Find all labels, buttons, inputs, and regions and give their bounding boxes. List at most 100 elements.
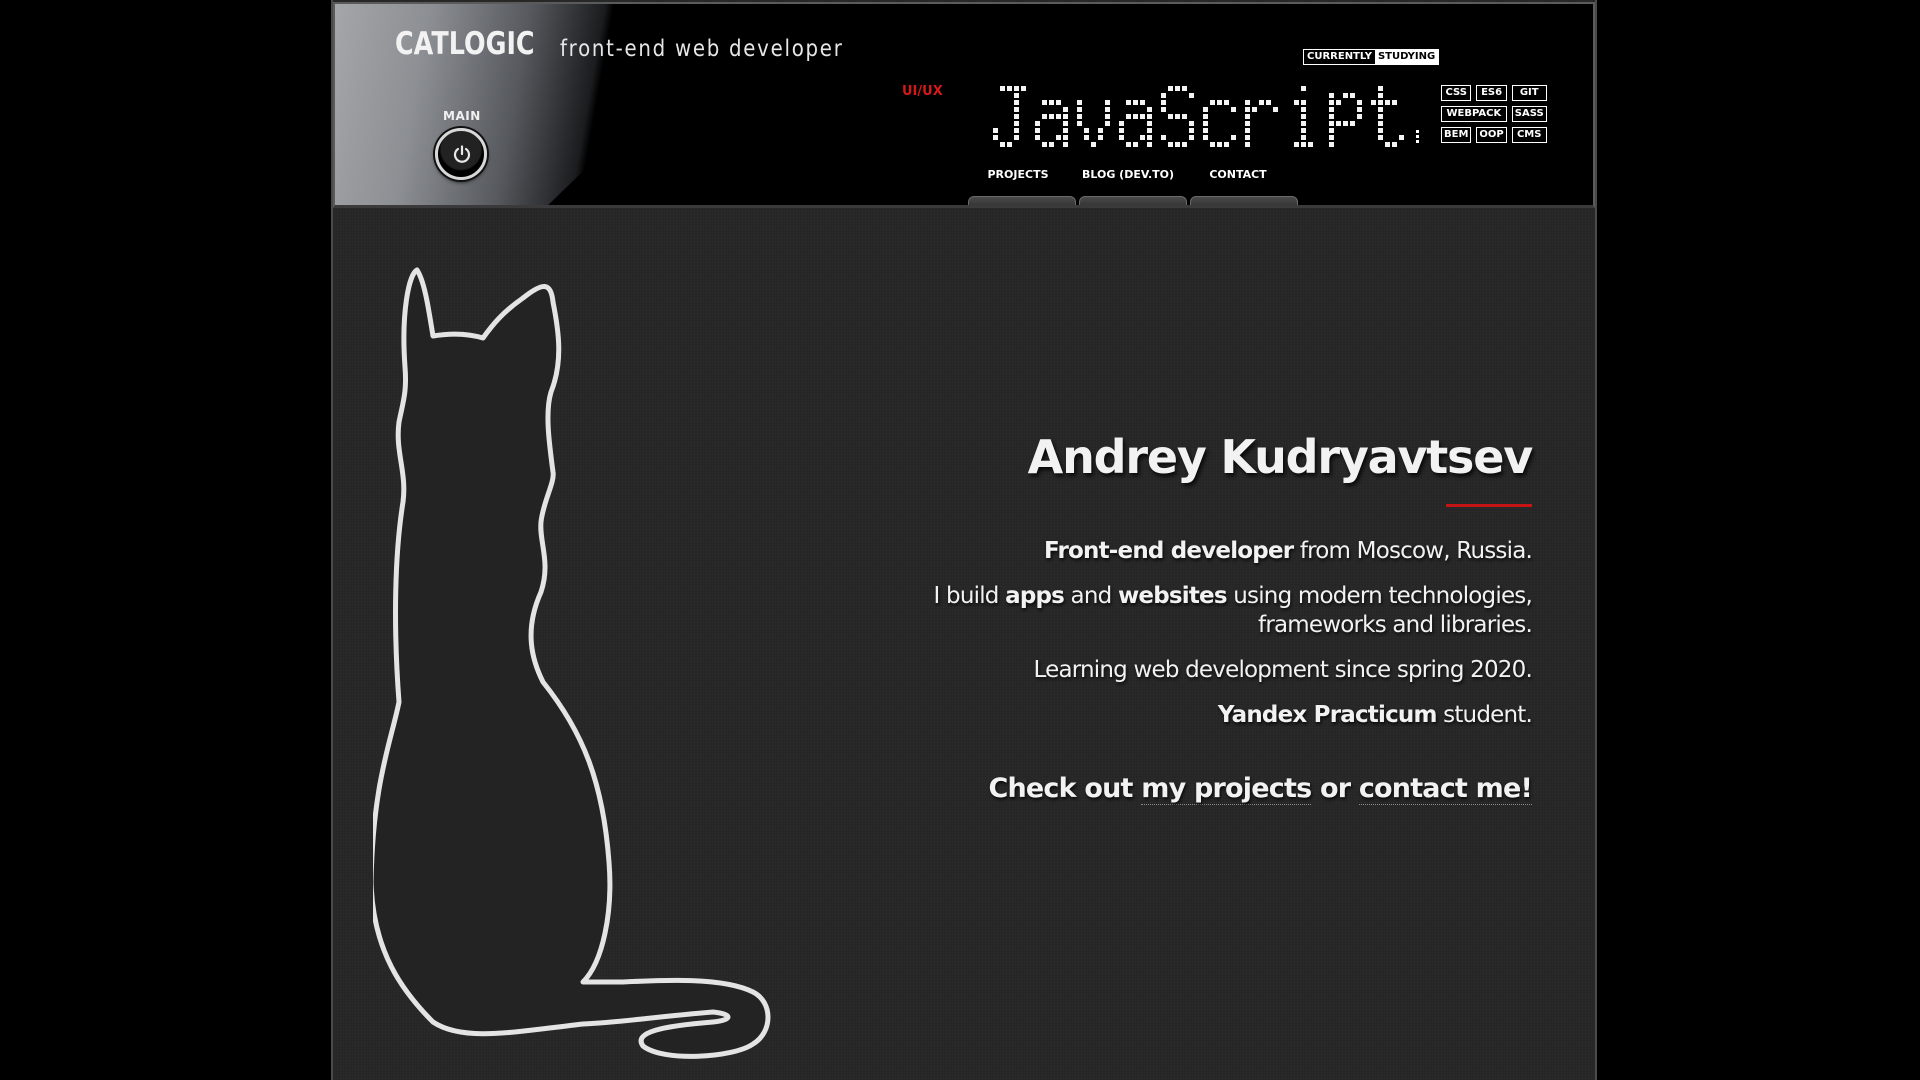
main-power-button[interactable]	[435, 128, 487, 180]
display-dot	[1056, 100, 1061, 105]
display-dot	[1014, 114, 1019, 119]
nav-tab-shapes	[968, 196, 1298, 205]
display-dot	[1133, 100, 1138, 105]
display-dot	[1203, 121, 1208, 126]
display-dot	[1385, 142, 1390, 147]
display-dot	[1133, 114, 1138, 119]
display-dot	[1000, 142, 1005, 147]
display-dot	[1175, 86, 1180, 91]
display-dot	[1168, 86, 1173, 91]
intro-and-text: and	[1064, 583, 1118, 609]
intro-line-3: Learning web development since spring 20…	[1033, 657, 1533, 683]
display-dot	[1119, 128, 1124, 133]
brand-logo[interactable]: CATLOGIC	[395, 26, 535, 62]
nav-contact[interactable]: CONTACT	[1183, 168, 1293, 181]
display-dot	[1329, 107, 1334, 112]
display-dot	[1301, 128, 1306, 133]
display-dot	[1147, 114, 1152, 119]
display-dot	[1182, 142, 1187, 147]
display-dot	[1357, 100, 1362, 105]
intro-school: Yandex Practicum	[1217, 702, 1438, 728]
display-dot	[1042, 114, 1047, 119]
display-dot	[1147, 135, 1152, 140]
display-dot	[1168, 142, 1173, 147]
display-dot	[1063, 121, 1068, 126]
display-dot	[1168, 114, 1173, 119]
display-dot	[1147, 107, 1152, 112]
display-dot	[1378, 128, 1383, 133]
display-dot	[1357, 107, 1362, 112]
display-char	[1245, 100, 1278, 147]
display-dot	[1350, 121, 1355, 126]
nav-tab-blog[interactable]	[1079, 196, 1187, 205]
tag-cms: CMS	[1511, 127, 1547, 143]
display-dot	[1021, 86, 1026, 91]
display-dot	[1217, 100, 1222, 105]
display-dot	[1119, 135, 1124, 140]
main-nav: PROJECTS BLOG (DEV.TO) CONTACT	[963, 168, 1293, 181]
intro-line-2: I build apps and websites using modern t…	[892, 582, 1533, 640]
display-dot	[1105, 121, 1110, 126]
display-dot	[1245, 114, 1250, 119]
display-dot	[1217, 142, 1222, 147]
display-dot	[1266, 100, 1271, 105]
display-char	[1119, 100, 1152, 147]
display-dot	[1161, 135, 1166, 140]
display-dot	[1301, 107, 1306, 112]
dot-matrix-display	[993, 86, 1404, 147]
display-dot	[1007, 86, 1012, 91]
display-char	[1161, 86, 1194, 147]
display-dot	[1329, 114, 1334, 119]
display-dot	[1245, 100, 1250, 105]
header-panel: CATLOGIC front-end web developer MAIN UI…	[333, 2, 1595, 208]
display-dot	[1245, 107, 1250, 112]
main-label: MAIN	[443, 109, 481, 123]
studying-label: STUDYING	[1374, 50, 1439, 64]
display-dot	[1063, 135, 1068, 140]
display-dot	[1378, 114, 1383, 119]
display-char	[1329, 93, 1362, 147]
display-dot	[1329, 100, 1334, 105]
my-projects-link[interactable]: my projects	[1141, 773, 1312, 805]
display-dot	[1014, 107, 1019, 112]
display-dot	[1140, 135, 1145, 140]
intro-tech-text: using modern technologies, frameworks an…	[1226, 583, 1533, 638]
display-dot	[1273, 107, 1278, 112]
display-dot	[1140, 114, 1145, 119]
nav-blog[interactable]: BLOG (DEV.TO)	[1073, 168, 1183, 181]
display-dot	[1063, 107, 1068, 112]
nav-tab-contact[interactable]	[1190, 196, 1298, 205]
display-dot	[1007, 142, 1012, 147]
display-dot	[1049, 114, 1054, 119]
display-dot	[1119, 121, 1124, 126]
tag-oop: OOP	[1476, 127, 1507, 143]
contact-me-link[interactable]: contact me!	[1358, 773, 1533, 805]
display-dot	[1035, 135, 1040, 140]
display-dot	[1105, 114, 1110, 119]
display-dot	[1203, 135, 1208, 140]
display-dot	[1014, 135, 1019, 140]
display-dot	[1301, 142, 1306, 147]
nav-tab-projects[interactable]	[968, 196, 1076, 205]
display-char	[1077, 100, 1110, 147]
display-dot	[1056, 114, 1061, 119]
display-dot	[1336, 121, 1341, 126]
display-dot	[1392, 142, 1397, 147]
display-dot	[1077, 121, 1082, 126]
display-dot	[1175, 114, 1180, 119]
uiux-label: UI/UX	[902, 84, 943, 99]
owner-name: Andrey Kudryavtsev	[1027, 430, 1534, 484]
display-dot	[1014, 121, 1019, 126]
display-dot	[1210, 142, 1215, 147]
intro-apps: apps	[1005, 583, 1065, 609]
tag-webpack: WEBPACK	[1441, 106, 1507, 122]
accent-divider	[1446, 504, 1532, 507]
intro-line-4: Yandex Practicum student.	[892, 701, 1533, 730]
display-dot	[1042, 142, 1047, 147]
display-dot	[1161, 100, 1166, 105]
call-to-action: Check out my projects or contact me!	[892, 773, 1533, 805]
nav-projects[interactable]: PROJECTS	[963, 168, 1073, 181]
brand-tagline: front-end web developer	[560, 36, 844, 62]
display-dot	[1126, 100, 1131, 105]
display-dot	[1182, 86, 1187, 91]
